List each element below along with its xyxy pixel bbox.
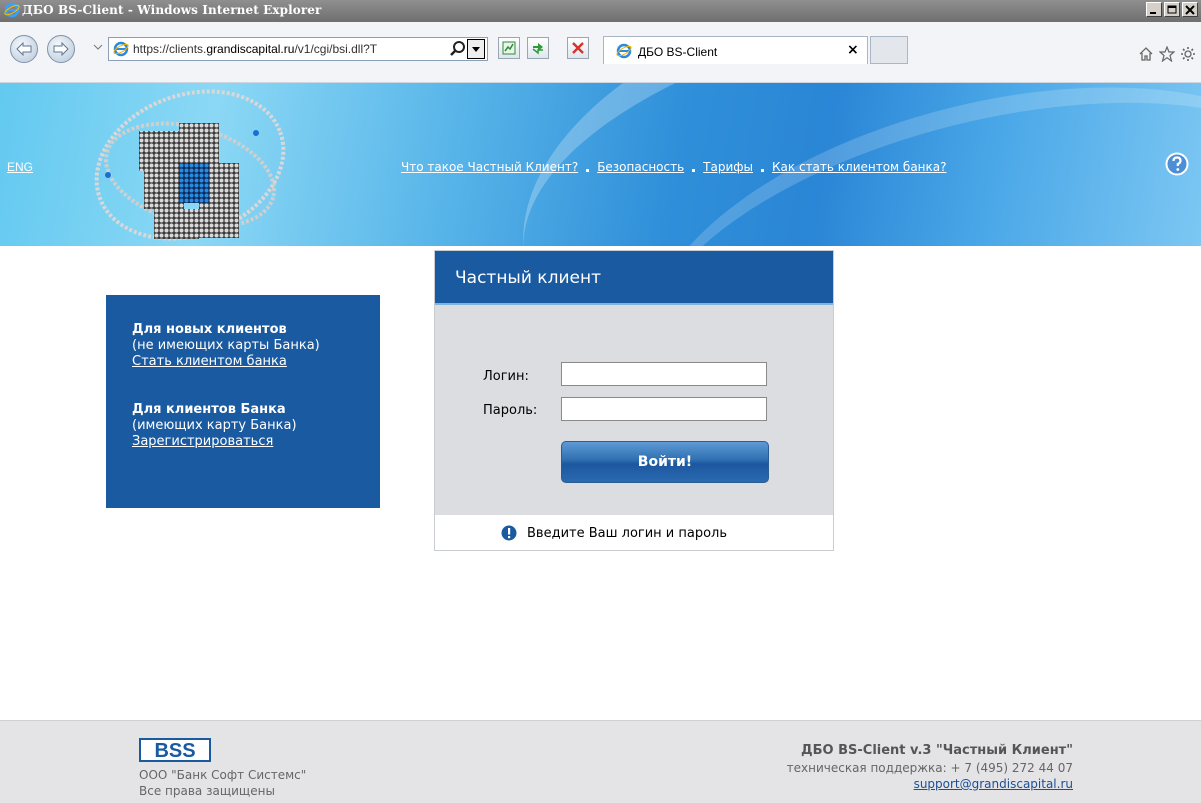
favorites-star-icon[interactable]	[1159, 46, 1175, 62]
refresh-icon	[532, 43, 543, 55]
refresh-button[interactable]	[527, 37, 549, 59]
minimize-icon	[1150, 12, 1156, 14]
close-window-button[interactable]	[1182, 2, 1198, 17]
tab-close-button[interactable]: ×	[847, 42, 859, 58]
compat-view-icon	[502, 41, 516, 55]
bank-clients-block: Для клиентов Банка (имеющих карту Банка)…	[132, 402, 297, 450]
address-bar[interactable]: https://clients.grandiscapital.ru/v1/cgi…	[108, 37, 488, 61]
footer-company: ООО "Банк Софт Системс"	[139, 768, 307, 782]
tab-ie-icon	[616, 43, 632, 59]
tab-label: ДБО BS-Client	[638, 45, 718, 59]
password-input[interactable]	[561, 397, 767, 421]
maximize-button[interactable]	[1164, 2, 1180, 17]
support-email-link[interactable]: support@grandiscapital.ru	[914, 777, 1073, 791]
nav-link-tariffs[interactable]: Тарифы	[703, 160, 753, 174]
help-icon[interactable]	[1165, 152, 1189, 176]
page-footer: BSS ООО "Банк Софт Системс" Все права за…	[0, 720, 1201, 803]
cube-logo-art	[94, 89, 286, 241]
browser-toolbar: https://clients.grandiscapital.ru/v1/cgi…	[0, 22, 1201, 83]
bss-logo: BSS	[139, 738, 211, 762]
login-submit-button[interactable]: Войти!	[561, 441, 769, 483]
bank-clients-note: (имеющих карту Банка)	[132, 418, 297, 433]
password-label: Пароль:	[483, 403, 538, 418]
login-input[interactable]	[561, 362, 767, 386]
chevron-down-icon	[472, 47, 480, 52]
login-hint-text: Введите Ваш логин и пароль	[527, 525, 728, 541]
header-nav: Что такое Частный Клиент? Безопасность Т…	[401, 160, 946, 174]
nav-separator	[586, 168, 590, 172]
stop-icon	[572, 42, 584, 54]
nav-separator	[692, 168, 696, 172]
info-box: Для новых клиентов (не имеющих карты Бан…	[106, 295, 380, 508]
become-client-link[interactable]: Стать клиентом банка	[132, 354, 287, 369]
back-button[interactable]	[10, 35, 38, 63]
english-language-link[interactable]: ENG	[7, 160, 33, 174]
login-hint: Введите Ваш логин и пароль	[501, 525, 727, 541]
footer-product-name: ДБО BS-Client v.3 "Частный Клиент"	[801, 743, 1073, 758]
new-clients-note: (не имеющих карты Банка)	[132, 338, 320, 353]
maximize-icon	[1167, 5, 1177, 14]
new-clients-title: Для новых клиентов	[132, 322, 287, 337]
nav-separator	[761, 168, 765, 172]
nav-history-dropdown-icon[interactable]	[93, 42, 103, 52]
nav-link-become-client[interactable]: Как стать клиентом банка?	[772, 160, 946, 174]
forward-button[interactable]	[47, 35, 75, 63]
nav-link-security[interactable]: Безопасность	[597, 160, 684, 174]
stop-button[interactable]	[567, 37, 589, 59]
back-arrow-icon	[16, 42, 32, 56]
compat-view-button[interactable]	[498, 37, 520, 59]
svg-text:BSS: BSS	[154, 740, 195, 762]
tab-bs-client[interactable]: ДБО BS-Client ×	[603, 36, 868, 64]
login-panel-title: Частный клиент	[455, 268, 601, 288]
new-clients-block: Для новых клиентов (не имеющих карты Бан…	[132, 322, 320, 370]
page-ie-icon	[113, 41, 129, 57]
footer-support-email-wrap: support@grandiscapital.ru	[914, 777, 1073, 791]
footer-rights: Все права защищены	[139, 784, 275, 798]
forward-arrow-icon	[53, 42, 69, 56]
new-tab-button[interactable]	[870, 36, 908, 64]
window-titlebar: ДБО BS-Client - Windows Internet Explore…	[0, 0, 1201, 22]
ie-icon	[4, 2, 20, 18]
nav-link-what-is-private-client[interactable]: Что такое Частный Клиент?	[401, 160, 578, 174]
search-icon[interactable]	[449, 40, 467, 58]
info-icon	[501, 525, 517, 541]
footer-support-phone: техническая поддержка: + 7 (495) 272 44 …	[786, 761, 1073, 775]
register-link[interactable]: Зарегистрироваться	[132, 434, 273, 449]
window-title: ДБО BS-Client - Windows Internet Explore…	[22, 3, 322, 17]
bank-clients-title: Для клиентов Банка	[132, 402, 286, 417]
login-panel: Частный клиент Логин: Пароль: Войти! Вве…	[434, 250, 834, 551]
address-url[interactable]: https://clients.grandiscapital.ru/v1/cgi…	[133, 42, 377, 56]
close-icon	[1185, 5, 1195, 15]
address-dropdown-button[interactable]	[467, 39, 485, 59]
tools-gear-icon[interactable]	[1180, 46, 1196, 62]
login-panel-header: Частный клиент	[435, 251, 833, 305]
login-label: Логин:	[483, 369, 529, 384]
minimize-button[interactable]	[1146, 2, 1162, 17]
home-icon[interactable]	[1138, 46, 1154, 62]
site-header-banner: ENG Что такое Частный Клиент? Безопаснос…	[0, 83, 1201, 246]
